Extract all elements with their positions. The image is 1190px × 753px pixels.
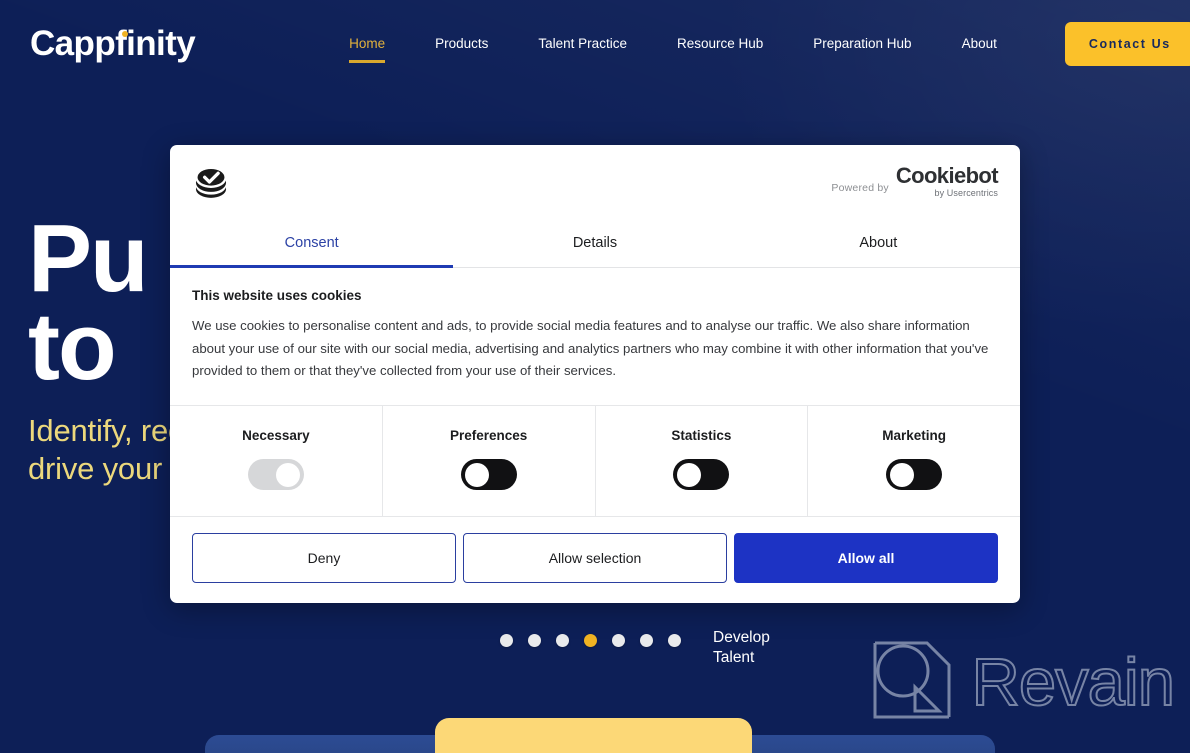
cookie-category-label: Necessary: [242, 428, 310, 444]
powered-by-label: Powered by: [831, 182, 889, 194]
carousel-dot[interactable]: [640, 634, 653, 647]
cookie-category-label: Marketing: [882, 428, 946, 444]
carousel-dot-active[interactable]: [584, 634, 597, 647]
powered-by-cookiebot[interactable]: Powered by Cookiebot by Usercentrics: [831, 165, 998, 198]
contact-us-button[interactable]: Contact Us: [1064, 22, 1190, 66]
revain-logo-icon: [873, 641, 951, 719]
hero-copy: Pu to Identify, rec drive your f: [28, 205, 184, 487]
cookie-categories: Necessary Preferences Statistics Marketi…: [170, 406, 1020, 518]
cookie-category-label: Preferences: [449, 428, 528, 444]
toggle-marketing[interactable]: [886, 459, 943, 491]
cookiebot-logo-icon: [195, 168, 227, 198]
allow-all-button[interactable]: Allow all: [734, 533, 998, 584]
nav-item-preparation-hub[interactable]: Preparation Hub: [813, 37, 911, 51]
deny-button[interactable]: Deny: [192, 533, 456, 584]
nav-item-products[interactable]: Products: [435, 37, 488, 51]
allow-selection-button[interactable]: Allow selection: [463, 533, 727, 584]
toggle-knob: [890, 462, 915, 487]
carousel-label-line-2: Talent: [713, 648, 755, 666]
carousel-label-line-1: Develop: [713, 629, 770, 646]
cookie-consent-dialog: Powered by Cookiebot by Usercentrics Con…: [170, 145, 1020, 604]
carousel-dot[interactable]: [612, 634, 625, 647]
logo-dot-icon: [122, 31, 128, 37]
cookie-category-preferences: Preferences: [383, 406, 596, 517]
tab-details[interactable]: Details: [453, 218, 736, 267]
hero-subtitle-line-1: Identify, rec: [28, 412, 184, 448]
bottom-yellow-card: [435, 718, 752, 753]
toggle-statistics[interactable]: [673, 459, 730, 491]
cookiebot-brand: Cookiebot by Usercentrics: [895, 163, 999, 198]
hero-title-line-1: Pu: [28, 205, 149, 312]
cookiebot-brand-name: Cookiebot: [895, 163, 999, 188]
cookie-category-label: Statistics: [671, 428, 732, 444]
cookie-dialog-header: Powered by Cookiebot by Usercentrics: [170, 145, 1020, 218]
hero-title-line-2: to: [28, 293, 117, 401]
cookie-dialog-description: We use cookies to personalise content an…: [192, 318, 989, 379]
cookiebot-brand-sub: by Usercentrics: [934, 188, 998, 198]
cookie-category-statistics: Statistics: [596, 406, 809, 517]
cookie-category-marketing: Marketing: [808, 406, 1020, 516]
nav-item-home[interactable]: Home: [349, 37, 386, 62]
cookie-dialog-tabs: Consent Details About: [170, 218, 1020, 268]
cookie-category-necessary: Necessary: [170, 406, 383, 517]
hero-subtitle-line-2: drive your f: [28, 451, 179, 487]
cookie-dialog-actions: Deny Allow selection Allow all: [170, 517, 1020, 603]
cookie-dialog-body: This website uses cookies We use cookies…: [170, 268, 1020, 407]
toggle-preferences[interactable]: [460, 459, 517, 491]
toggle-necessary[interactable]: [247, 459, 304, 491]
carousel-dot[interactable]: [556, 634, 569, 647]
toggle-knob: [464, 462, 489, 487]
carousel-dots: [500, 628, 696, 647]
site-logo-text: Cappfinity: [30, 24, 196, 63]
nav-item-resource-hub[interactable]: Resource Hub: [677, 37, 763, 51]
carousel-dot[interactable]: [528, 634, 541, 647]
main-navigation: Home Products Talent Practice Resource H…: [349, 22, 1190, 66]
revain-watermark: Revain: [869, 639, 1176, 725]
site-header: Cappfinity Home Products Talent Practice…: [0, 0, 1190, 88]
cookie-dialog-heading: This website uses cookies: [192, 288, 362, 303]
site-logo[interactable]: Cappfinity: [30, 24, 196, 64]
tab-consent[interactable]: Consent: [170, 218, 454, 268]
toggle-knob: [677, 462, 702, 487]
carousel-dot[interactable]: [500, 634, 513, 647]
carousel-label: Develop Talent: [713, 628, 770, 668]
revain-watermark-text: Revain: [970, 644, 1176, 720]
toggle-knob: [275, 462, 300, 487]
nav-item-talent-practice[interactable]: Talent Practice: [538, 37, 627, 51]
nav-item-about[interactable]: About: [962, 37, 997, 51]
tab-about[interactable]: About: [737, 218, 1020, 267]
carousel-dot[interactable]: [668, 634, 681, 647]
hero-carousel: Develop Talent: [500, 628, 770, 668]
